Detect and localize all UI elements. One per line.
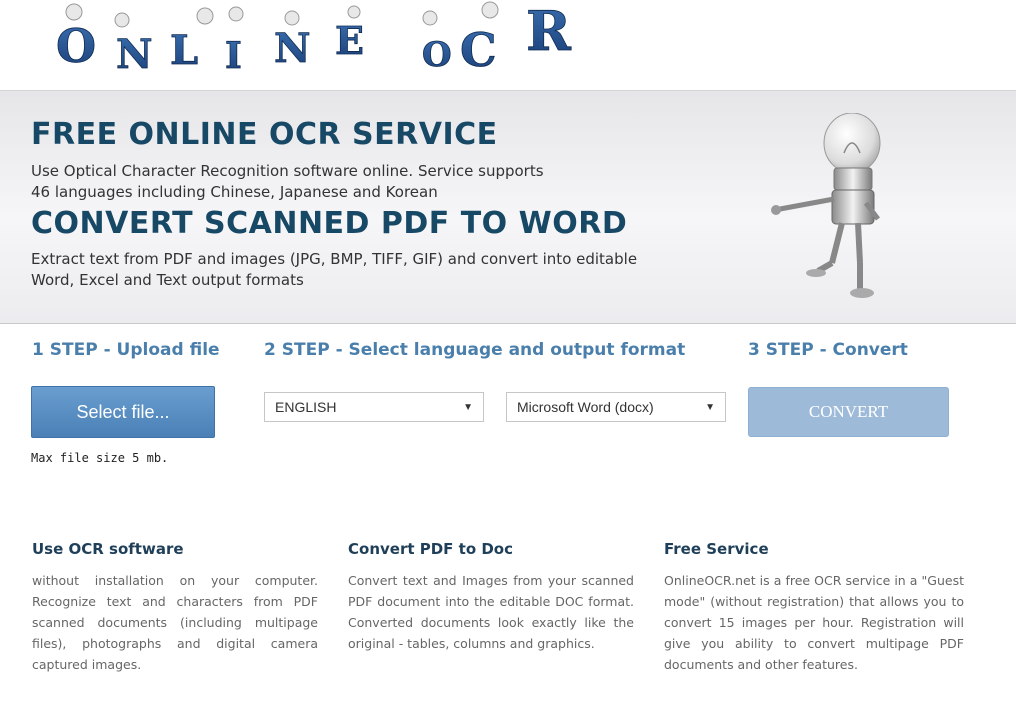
logo-letter-o: O	[56, 19, 96, 73]
chevron-down-icon: ▼	[463, 401, 473, 413]
hero-banner: FREE ONLINE OCR SERVICE Use Optical Char…	[0, 90, 1016, 324]
logo-letter-e: E	[335, 18, 364, 63]
convert-button[interactable]: CONVERT	[748, 387, 949, 437]
select-file-button[interactable]: Select file...	[31, 386, 215, 438]
step-3-title: 3 STEP - Convert	[748, 340, 908, 360]
feature-title: Use OCR software	[32, 540, 184, 558]
logo-letter-l: L	[170, 27, 198, 74]
hero-desc-pdf: Extract text from PDF and images (JPG, B…	[31, 250, 638, 289]
logo-letter-c: C	[460, 23, 497, 77]
robot-bulb-mascot	[771, 113, 881, 298]
step-2-title: 2 STEP - Select language and output form…	[264, 340, 686, 360]
feature-text: Convert text and Images from your scanne…	[348, 573, 634, 651]
feature-text: without installation on your computer. R…	[32, 573, 318, 672]
feature-title: Free Service	[664, 540, 769, 558]
feature-pdf-to-doc: Convert PDF to Doc Convert text and Imag…	[348, 540, 634, 654]
hero-title-ocr: FREE ONLINE OCR SERVICE	[31, 117, 498, 152]
hero-desc-ocr: Use Optical Character Recognition softwa…	[31, 162, 544, 201]
max-file-size-note: Max file size 5 mb.	[31, 451, 169, 465]
logo-letter-n2: N	[274, 25, 311, 72]
feature-text: OnlineOCR.net is a free OCR service in a…	[664, 573, 964, 672]
mascot-bulbs	[65, 1, 499, 28]
logo-letter-o2: O	[422, 35, 452, 75]
language-select-value: ENGLISH	[275, 399, 337, 415]
feature-ocr-software: Use OCR software without installation on…	[32, 540, 318, 675]
logo-letter-i: I	[225, 35, 242, 77]
online-ocr-logo[interactable]: O N L I N E O C R	[50, 0, 590, 80]
language-select[interactable]: ENGLISH ▼	[264, 392, 484, 422]
logo-letter-n: N	[116, 31, 153, 78]
feature-title: Convert PDF to Doc	[348, 540, 513, 558]
output-format-select[interactable]: Microsoft Word (docx) ▼	[506, 392, 726, 422]
step-1-title: 1 STEP - Upload file	[32, 340, 220, 360]
output-format-select-value: Microsoft Word (docx)	[517, 399, 654, 415]
hero-title-pdf: CONVERT SCANNED PDF TO WORD	[31, 206, 628, 241]
logo-letter-r: R	[526, 0, 572, 63]
chevron-down-icon: ▼	[705, 401, 715, 413]
feature-free-service: Free Service OnlineOCR.net is a free OCR…	[664, 540, 964, 675]
header: O N L I N E O C R	[0, 0, 1016, 90]
